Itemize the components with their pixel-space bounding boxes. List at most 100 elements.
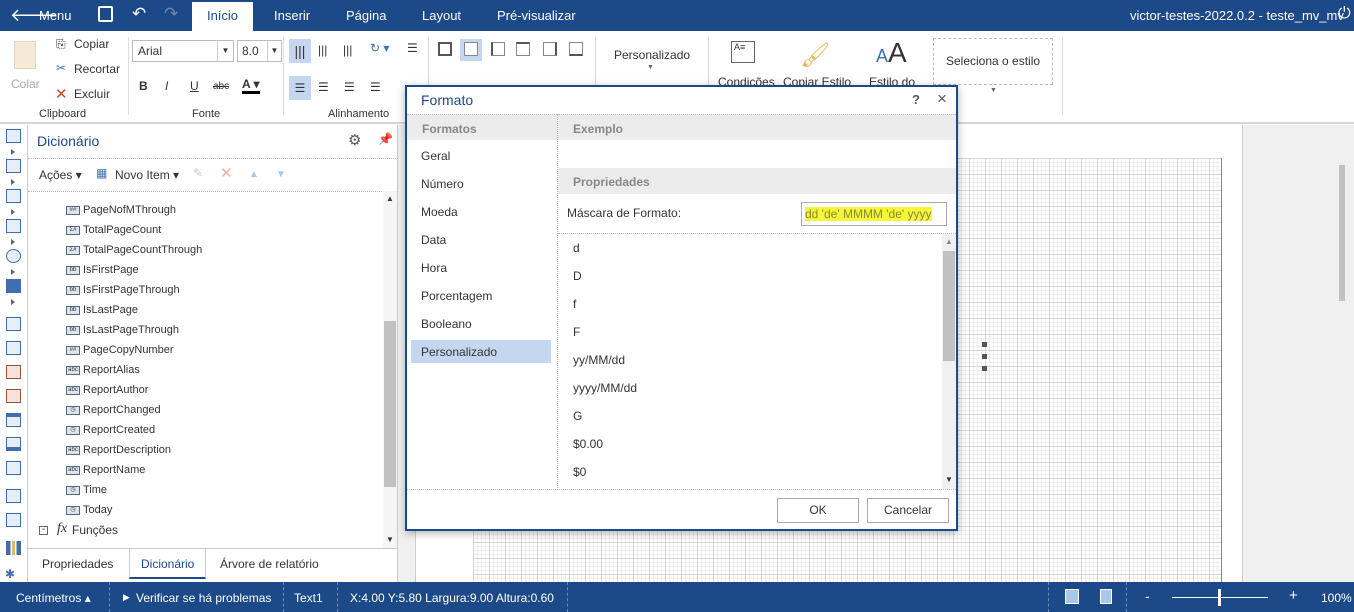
resize-handle[interactable]	[982, 354, 987, 359]
tree-item[interactable]: ## PageNofMThrough	[66, 200, 176, 220]
menu-button[interactable]: Menu	[39, 8, 72, 23]
tab-propriedades[interactable]: Propriedades	[42, 557, 113, 571]
pin-icon[interactable]: 📌	[378, 132, 393, 146]
units-select[interactable]: Centímetros ▴	[16, 591, 91, 605]
scrollbar-thumb[interactable]	[943, 251, 955, 361]
resize-handle[interactable]	[982, 342, 987, 347]
chart-icon[interactable]	[6, 541, 21, 555]
close-button[interactable]: ×	[937, 89, 947, 109]
mask-item[interactable]: yy/MM/dd	[573, 353, 625, 367]
font-family-select[interactable]: Arial ▼	[132, 40, 234, 62]
tab-dicionario[interactable]: Dicionário	[129, 549, 207, 579]
zoom-in-button[interactable]: +	[1289, 587, 1298, 604]
tab-inicio[interactable]: Início	[192, 2, 253, 31]
collapse-icon[interactable]: -	[39, 525, 48, 535]
shapes-icon[interactable]	[6, 249, 21, 263]
tab-layout[interactable]: Layout	[422, 8, 461, 23]
zoom-out-button[interactable]: -	[1145, 588, 1150, 604]
format-item[interactable]: Número	[411, 172, 551, 195]
format-item[interactable]: Porcentagem	[411, 284, 551, 307]
table-band-icon[interactable]	[6, 159, 21, 173]
align-middle-icon[interactable]: |||	[318, 43, 327, 57]
zoom-slider-thumb[interactable]	[1217, 589, 1221, 606]
chevron-down-icon[interactable]: ▼	[647, 64, 654, 71]
tree-item[interactable]: ◷ ReportCreated	[66, 420, 155, 440]
tree-item[interactable]: ◷ ReportChanged	[66, 400, 161, 420]
scrollbar-thumb[interactable]	[384, 321, 396, 487]
tab-arvore-de-relatorio[interactable]: Árvore de relatório	[220, 557, 319, 571]
check-issues-button[interactable]: Verificar se há problemas	[136, 591, 271, 605]
format-select[interactable]: Personalizado	[614, 48, 690, 62]
mask-list-scrollbar[interactable]: ▲ ▼	[942, 234, 956, 489]
image-icon[interactable]	[6, 513, 21, 527]
copy-button[interactable]: Copiar	[74, 37, 109, 51]
tree-item[interactable]: Σ# TotalPageCountThrough	[66, 240, 202, 260]
scrollbar[interactable]: ▲ ▼	[383, 191, 397, 548]
chevron-down-icon[interactable]: ▼	[990, 87, 997, 94]
scroll-up-icon[interactable]: ▲	[945, 237, 953, 246]
tab-pre-visualizar[interactable]: Pré-visualizar	[497, 8, 576, 23]
group-footer-icon[interactable]	[6, 437, 21, 451]
tree-item[interactable]: abc ReportDescription	[66, 440, 171, 460]
group-header-icon[interactable]	[6, 413, 21, 427]
scroll-down-icon[interactable]: ▼	[386, 535, 394, 544]
fit-width-icon[interactable]	[1100, 589, 1112, 604]
justify-icon[interactable]: ☰	[370, 80, 381, 94]
border-left-icon[interactable]	[491, 42, 505, 56]
component-icon[interactable]	[6, 279, 21, 293]
report-title-icon[interactable]	[6, 341, 21, 355]
delete-button[interactable]: Excluir	[74, 87, 110, 101]
gear-icon[interactable]: ⚙	[348, 131, 361, 149]
tree-item[interactable]: ◷ Time	[66, 480, 107, 500]
redo-icon[interactable]: ↷	[164, 4, 178, 24]
underline-icon[interactable]: U	[190, 79, 199, 93]
page-header-icon[interactable]	[6, 317, 21, 331]
format-item[interactable]: Personalizado	[411, 340, 551, 363]
align-left-icon[interactable]: ☰	[289, 76, 311, 100]
power-icon[interactable]: ⏻	[1338, 5, 1351, 23]
mask-input[interactable]: dd 'de' MMMM 'de' yyyy	[801, 202, 947, 226]
tree-item[interactable]: abc ReportAlias	[66, 360, 140, 380]
mask-item[interactable]: $0.00	[573, 437, 603, 451]
fit-page-icon[interactable]	[1065, 589, 1079, 604]
move-down-icon[interactable]: ▼	[276, 169, 286, 180]
format-item[interactable]: Moeda	[411, 200, 551, 223]
cross-band-icon[interactable]	[6, 189, 21, 203]
ok-button[interactable]: OK	[777, 498, 859, 523]
delete-icon[interactable]: ✕	[220, 164, 233, 182]
strikethrough-icon[interactable]: abc	[213, 81, 229, 92]
tree-item-functions[interactable]: Funções	[72, 523, 118, 537]
mask-item[interactable]: D	[573, 269, 582, 283]
tree-item[interactable]: bb IsFirstPage	[66, 260, 139, 280]
font-color-icon[interactable]: A ▾	[242, 77, 260, 94]
border-right-icon[interactable]	[543, 42, 557, 56]
mask-item[interactable]: yyyy/MM/dd	[573, 381, 637, 395]
mask-item[interactable]: f	[573, 297, 576, 311]
mask-item[interactable]: $0	[573, 465, 586, 479]
new-item-button[interactable]: Novo Item ▾	[115, 168, 179, 182]
edit-icon[interactable]: ✎	[193, 166, 203, 180]
mask-item[interactable]: F	[573, 325, 580, 339]
style-select[interactable]: Seleciona o estilo	[933, 38, 1053, 85]
tree-item[interactable]: bb IsFirstPageThrough	[66, 280, 180, 300]
text-icon[interactable]	[6, 489, 21, 503]
format-item[interactable]: Booleano	[411, 312, 551, 335]
scroll-up-icon[interactable]: ▲	[386, 194, 394, 203]
format-item[interactable]: Hora	[411, 256, 551, 279]
tree-item[interactable]: bb IsLastPage	[66, 300, 138, 320]
undo-icon[interactable]: ↶	[132, 4, 146, 24]
resize-handle[interactable]	[982, 366, 987, 371]
rotate-icon[interactable]: ↻ ▾	[370, 41, 389, 55]
word-wrap-icon[interactable]: ☰	[407, 41, 418, 55]
font-size-select[interactable]: 8.0 ▼	[237, 40, 282, 62]
help-button[interactable]: ?	[912, 92, 920, 107]
cut-button[interactable]: Recortar	[74, 62, 120, 76]
format-item[interactable]: Geral	[411, 144, 551, 167]
scroll-down-icon[interactable]: ▼	[945, 475, 953, 484]
footer-band-icon[interactable]	[6, 389, 21, 403]
align-right-icon[interactable]: ☰	[344, 80, 355, 94]
cancel-button[interactable]: Cancelar	[867, 498, 949, 523]
save-icon[interactable]	[98, 6, 113, 22]
border-top-icon[interactable]	[516, 42, 530, 56]
align-center-icon[interactable]: ☰	[318, 80, 329, 94]
